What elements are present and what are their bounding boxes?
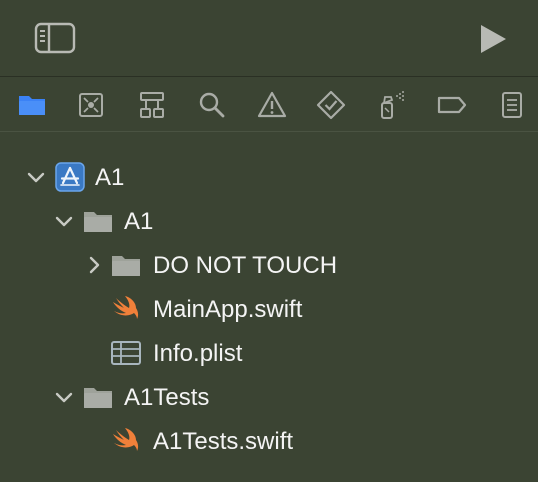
tab-report-navigator[interactable] <box>496 89 528 121</box>
chevron-down-icon[interactable] <box>54 387 74 407</box>
folder-icon <box>84 212 112 232</box>
swift-file-icon <box>113 428 139 451</box>
tree-label-tests: A1Tests.swift <box>153 428 294 455</box>
report-icon <box>502 92 522 118</box>
sidebar-left-icon <box>34 22 76 54</box>
tab-issue-navigator[interactable] <box>256 89 288 121</box>
tree-label-group-a1: A1 <box>124 208 154 235</box>
toolbar <box>0 0 538 76</box>
chevron-down-icon[interactable] <box>26 167 46 187</box>
tree-label-mainapp: MainApp.swift <box>153 296 303 323</box>
magnifier-icon <box>199 92 225 118</box>
warning-icon <box>257 91 287 118</box>
tree-label-project: A1 <box>95 164 125 191</box>
tree-row-file-mainapp[interactable]: MainApp.swift <box>0 287 538 331</box>
tab-find-navigator[interactable] <box>196 89 228 121</box>
app-project-icon <box>55 162 85 192</box>
project-tree: A1 A1 DO NOT TOUCH MainApp.swift Info.pl… <box>0 155 538 463</box>
diamond-check-icon <box>316 90 346 120</box>
folder-icon <box>19 96 45 115</box>
run-button[interactable] <box>476 22 510 56</box>
tree-row-group-tests[interactable]: A1Tests <box>0 375 538 419</box>
tree-label-group-tests: A1Tests <box>124 384 210 411</box>
breakpoint-icon <box>437 96 467 114</box>
folder-icon <box>84 388 112 408</box>
tree-row-group-a1[interactable]: A1 <box>0 199 538 243</box>
tree-label-do-not-touch: DO NOT TOUCH <box>153 252 338 279</box>
tab-breakpoint-navigator[interactable] <box>436 89 468 121</box>
tree-row-file-tests[interactable]: A1Tests.swift <box>0 419 538 463</box>
swift-file-icon <box>113 296 139 319</box>
tab-test-navigator[interactable] <box>315 89 347 121</box>
tab-debug-navigator[interactable] <box>376 89 408 121</box>
tree-row-group-do-not-touch[interactable]: DO NOT TOUCH <box>0 243 538 287</box>
tab-symbol-navigator[interactable] <box>136 89 168 121</box>
folder-icon <box>112 256 140 276</box>
navigator-divider <box>0 131 538 132</box>
hierarchy-icon <box>140 92 164 118</box>
tree-label-info: Info.plist <box>153 340 243 367</box>
plist-table-icon <box>111 341 141 365</box>
sidebar-toggle-button[interactable] <box>34 21 76 55</box>
chevron-right-icon[interactable] <box>84 255 104 275</box>
play-icon <box>481 25 506 53</box>
spray-icon <box>381 91 404 119</box>
tree-row-project[interactable]: A1 <box>0 155 538 199</box>
tab-project-navigator[interactable] <box>16 89 48 121</box>
tab-source-control-navigator[interactable] <box>75 89 107 121</box>
tree-row-file-info[interactable]: Info.plist <box>0 331 538 375</box>
navigator-selector-bar <box>0 77 538 131</box>
chevron-down-icon[interactable] <box>54 211 74 231</box>
source-control-icon <box>79 93 103 117</box>
